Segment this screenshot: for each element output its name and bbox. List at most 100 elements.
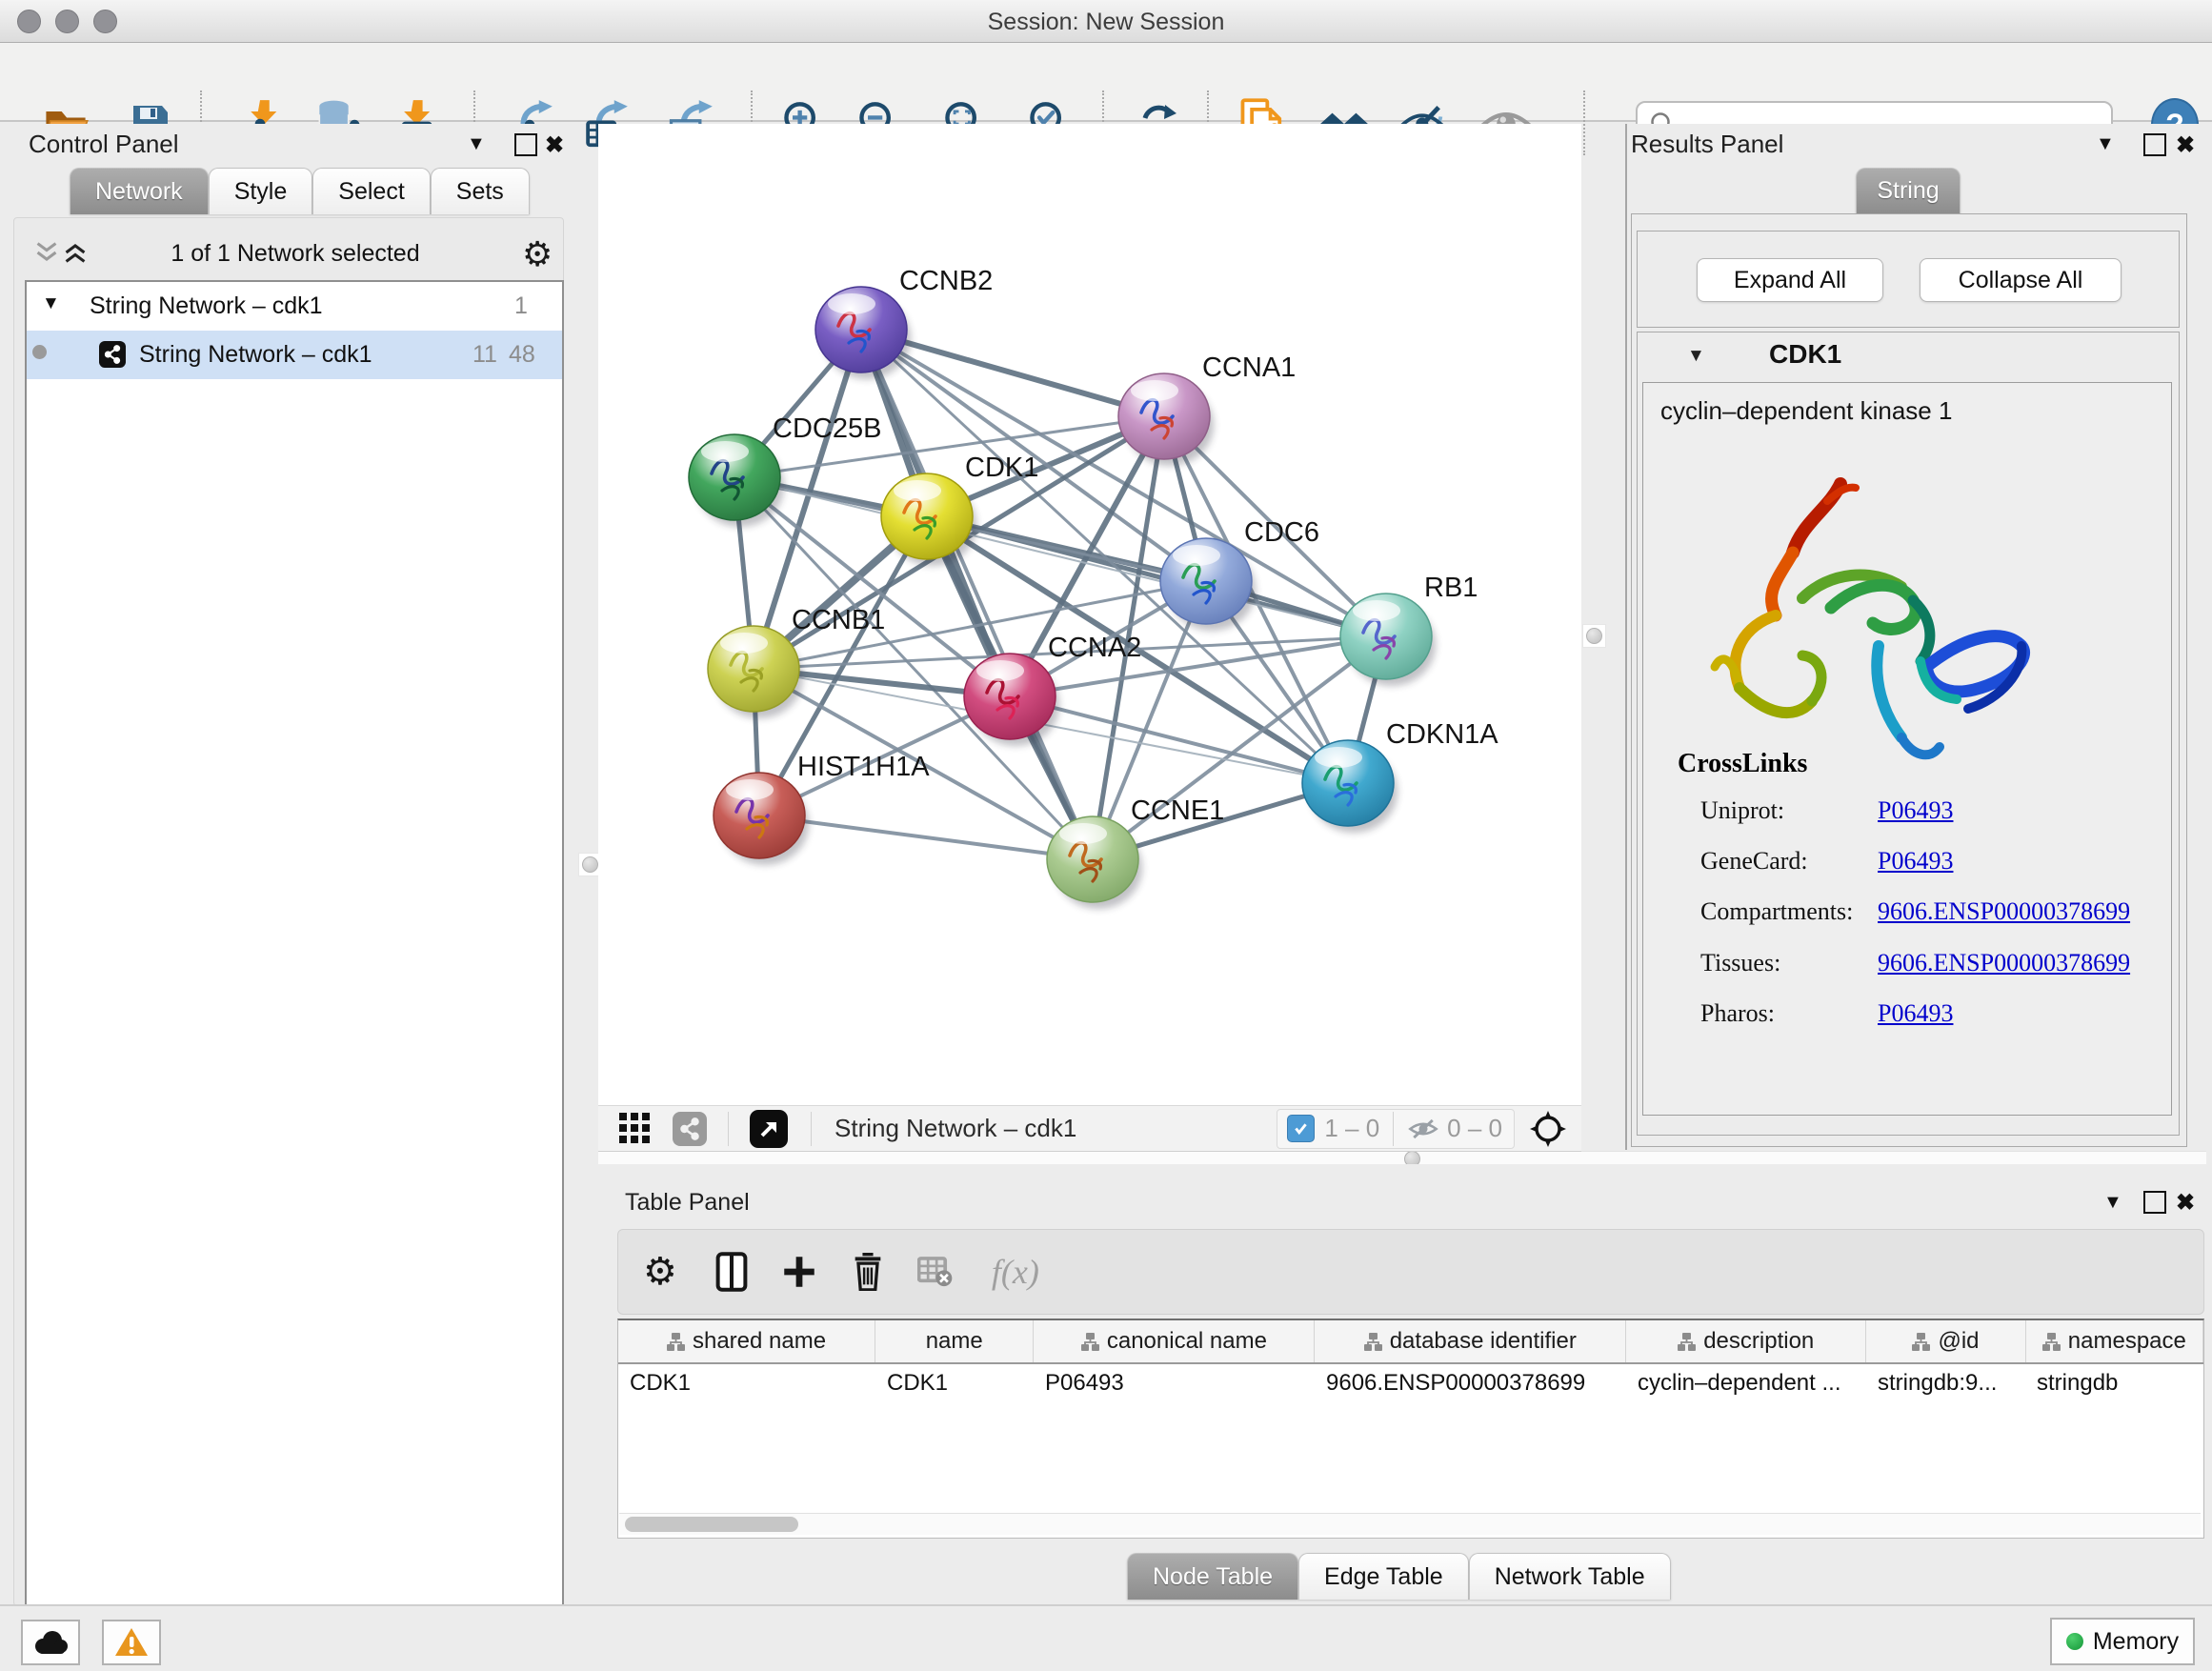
collapse-all-button[interactable]: Collapse All (1920, 258, 2122, 302)
edge-count: 48 (509, 341, 535, 369)
control-tab-style[interactable]: Style (209, 168, 313, 214)
results-panel-maximize-button[interactable] (2143, 133, 2166, 156)
node-label: CCNA1 (1202, 352, 1296, 383)
main-toolbar: ? (0, 43, 2212, 122)
control-tab-select[interactable]: Select (312, 168, 430, 214)
network-node-CCNB1[interactable]: CCNB1 (708, 605, 885, 718)
node-label: RB1 (1424, 573, 1478, 603)
crosslink-link[interactable]: P06493 (1878, 847, 1953, 876)
current-network-indicator (32, 345, 47, 359)
network-tree: ▼ String Network – cdk1 1 String Network… (25, 280, 564, 1606)
table-tab-node-table[interactable]: Node Table (1127, 1553, 1298, 1600)
column-header-database-identifier[interactable]: database identifier (1315, 1320, 1626, 1362)
toolbar-separator (1583, 91, 1585, 155)
collection-count: 1 (514, 292, 528, 320)
crosslink-link[interactable]: P06493 (1878, 999, 1953, 1028)
cloud-icon (31, 1629, 70, 1656)
control-tab-network[interactable]: Network (70, 168, 209, 214)
crosslink-link[interactable]: P06493 (1878, 796, 1953, 825)
results-panel-float-button[interactable]: ▼ (2096, 133, 2115, 155)
column-header-canonical-name[interactable]: canonical name (1034, 1320, 1315, 1362)
crosslink-label: GeneCard: (1700, 847, 1808, 876)
expand-all-button[interactable]: Expand All (1697, 258, 1883, 302)
network-collection-label: String Network – cdk1 (90, 292, 323, 320)
cloud-status-button[interactable] (21, 1620, 80, 1665)
table-horizontal-scrollbar[interactable] (619, 1513, 2201, 1535)
table-tab-network-table[interactable]: Network Table (1469, 1553, 1671, 1600)
crosslink-link[interactable]: 9606.ENSP00000378699 (1878, 949, 2130, 977)
birdseye-navigator-icon[interactable] (1526, 1107, 1570, 1151)
table-cell[interactable]: CDK1 (618, 1364, 875, 1402)
crosslink-link[interactable]: 9606.ENSP00000378699 (1878, 897, 2130, 926)
network-canvas[interactable]: CCNB2CCNA1CDC25BCDK1CDC6RB1CCNB1CCNA2CDK… (598, 124, 1581, 1105)
column-attribute-icon (667, 1333, 685, 1351)
column-attribute-icon (1081, 1333, 1099, 1351)
memory-status-dot (2066, 1633, 2083, 1650)
table-panel-float-button[interactable]: ▼ (2103, 1192, 2122, 1214)
results-tab-string[interactable]: String (1856, 168, 1961, 213)
node-label: CCNB2 (899, 266, 993, 296)
network-graph[interactable]: CCNB2CCNA1CDC25BCDK1CDC6RB1CCNB1CCNA2CDK… (598, 124, 1581, 1105)
network-share-icon[interactable] (673, 1112, 707, 1146)
table-cell[interactable]: P06493 (1034, 1364, 1315, 1402)
delete-column-trash-icon[interactable] (853, 1253, 883, 1291)
table-cell[interactable]: stringdb (2025, 1364, 2202, 1402)
control-panel-float-button[interactable]: ▼ (467, 133, 486, 155)
protein-section-box: ▼ CDK1 cyclin–dependent kinase 1 (1637, 332, 2180, 1136)
column-attribute-icon (2042, 1333, 2061, 1351)
tree-expander-icon[interactable]: ▼ (42, 293, 60, 314)
node-table[interactable]: shared namenamecanonical namedatabase id… (617, 1319, 2204, 1539)
right-splitter-handle[interactable] (1582, 624, 1606, 648)
column-header-namespace[interactable]: namespace (2026, 1320, 2203, 1362)
network-label: String Network – cdk1 (139, 341, 372, 369)
network-row-selected[interactable]: String Network – cdk1 11 48 (27, 331, 562, 379)
table-panel-close-button[interactable]: ✖ (2176, 1189, 2195, 1217)
column-header-shared-name[interactable]: shared name (618, 1320, 875, 1362)
table-settings-gear-icon[interactable]: ⚙ (643, 1253, 677, 1291)
column-header-description[interactable]: description (1626, 1320, 1866, 1362)
hidden-eye-icon[interactable] (1407, 1117, 1439, 1141)
results-panel-close-button[interactable]: ✖ (2176, 131, 2195, 159)
crosslink-label: Pharos: (1700, 999, 1775, 1028)
network-node-HIST1H1A[interactable]: HIST1H1A (714, 752, 930, 865)
control-panel-maximize-button[interactable] (514, 133, 537, 156)
column-header-name[interactable]: name (875, 1320, 1034, 1362)
table-cell[interactable]: stringdb:9... (1866, 1364, 2025, 1402)
network-options-gear-icon[interactable]: ⚙ (522, 234, 553, 274)
control-panel-close-button[interactable]: ✖ (545, 131, 564, 159)
node-count: 11 (473, 341, 497, 369)
protein-section-expander-icon[interactable]: ▼ (1687, 346, 1705, 367)
table-cell[interactable]: cyclin–dependent ... (1626, 1364, 1866, 1402)
network-node-CDKN1A[interactable]: CDKN1A (1302, 719, 1498, 833)
warnings-button[interactable] (102, 1620, 161, 1665)
control-tab-sets[interactable]: Sets (431, 168, 530, 214)
node-label: CCNB1 (792, 605, 885, 635)
crosslinks-heading: CrossLinks (1678, 749, 1807, 779)
grid-view-icon[interactable] (619, 1113, 652, 1145)
collapse-all-networks-icon[interactable] (34, 240, 59, 270)
network-icon (99, 341, 126, 368)
memory-label: Memory (2093, 1628, 2179, 1656)
network-collection-row[interactable]: ▼ String Network – cdk1 1 (27, 282, 562, 331)
table-columns-icon[interactable] (715, 1252, 748, 1292)
titlebar: Session: New Session (0, 0, 2212, 43)
table-type-tabs: Node TableEdge TableNetwork Table (1127, 1553, 1671, 1600)
add-column-icon[interactable] (782, 1255, 816, 1289)
table-header-row: shared namenamecanonical namedatabase id… (618, 1320, 2203, 1364)
network-node-RB1[interactable]: RB1 (1340, 573, 1478, 686)
network-node-CCNA1[interactable]: CCNA1 (1118, 352, 1296, 466)
external-view-button[interactable] (750, 1110, 788, 1148)
table-tab-edge-table[interactable]: Edge Table (1298, 1553, 1469, 1600)
table-cell[interactable]: 9606.ENSP00000378699 (1315, 1364, 1626, 1402)
table-row[interactable]: CDK1CDK1P064939606.ENSP00000378699cyclin… (618, 1364, 2203, 1402)
network-edge[interactable] (759, 815, 1093, 859)
expand-all-networks-icon[interactable] (63, 240, 88, 270)
column-header-@id[interactable]: @id (1866, 1320, 2025, 1362)
table-panel-maximize-button[interactable] (2143, 1191, 2166, 1214)
table-cell[interactable]: CDK1 (875, 1364, 1034, 1402)
selected-checkbox[interactable] (1287, 1115, 1315, 1142)
column-attribute-icon (1678, 1333, 1696, 1351)
scrollbar-thumb[interactable] (625, 1517, 798, 1532)
memory-button[interactable]: Memory (2050, 1618, 2195, 1665)
results-panel-title: Results Panel (1631, 130, 1783, 159)
